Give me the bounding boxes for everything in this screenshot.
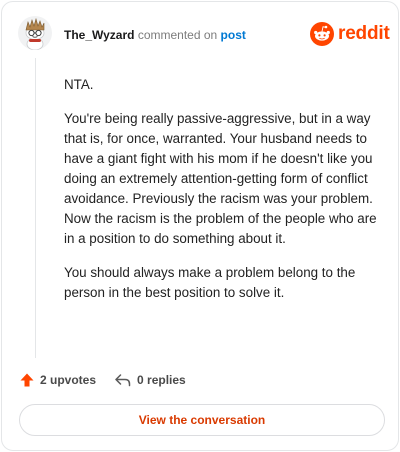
comment-embed-card: The_Wyzard commented on post reddit NTA.… [1, 1, 399, 451]
reddit-logo[interactable]: reddit [310, 21, 390, 47]
avatar[interactable] [18, 16, 52, 50]
upvote-button[interactable]: 2 upvotes [19, 372, 96, 388]
comment-paragraph: NTA. [64, 77, 94, 92]
post-link[interactable]: post [221, 28, 246, 42]
snoo-avatar-icon [18, 16, 52, 50]
reddit-wordmark: reddit [338, 23, 390, 44]
upvotes-count: 2 upvotes [40, 373, 97, 387]
view-conversation-button[interactable]: View the conversation [19, 404, 385, 436]
action-text: commented on [137, 28, 218, 42]
username[interactable]: The_Wyzard [64, 28, 134, 42]
upvote-arrow-icon [20, 373, 34, 387]
reply-arrow-icon [115, 374, 131, 387]
comment-body: NTA. You're being really passive-aggress… [64, 75, 380, 317]
replies-count: 0 replies [137, 373, 186, 387]
reddit-snoo-icon [310, 22, 334, 46]
comment-header: The_Wyzard commented on post [64, 27, 246, 43]
comment-actions: 2 upvotes 0 replies [19, 372, 204, 388]
thread-line [35, 58, 36, 358]
reply-button[interactable]: 0 replies [114, 372, 186, 388]
comment-paragraph: You're being really passive-aggressive, … [64, 111, 377, 246]
comment-paragraph: You should always make a problem belong … [64, 265, 356, 300]
